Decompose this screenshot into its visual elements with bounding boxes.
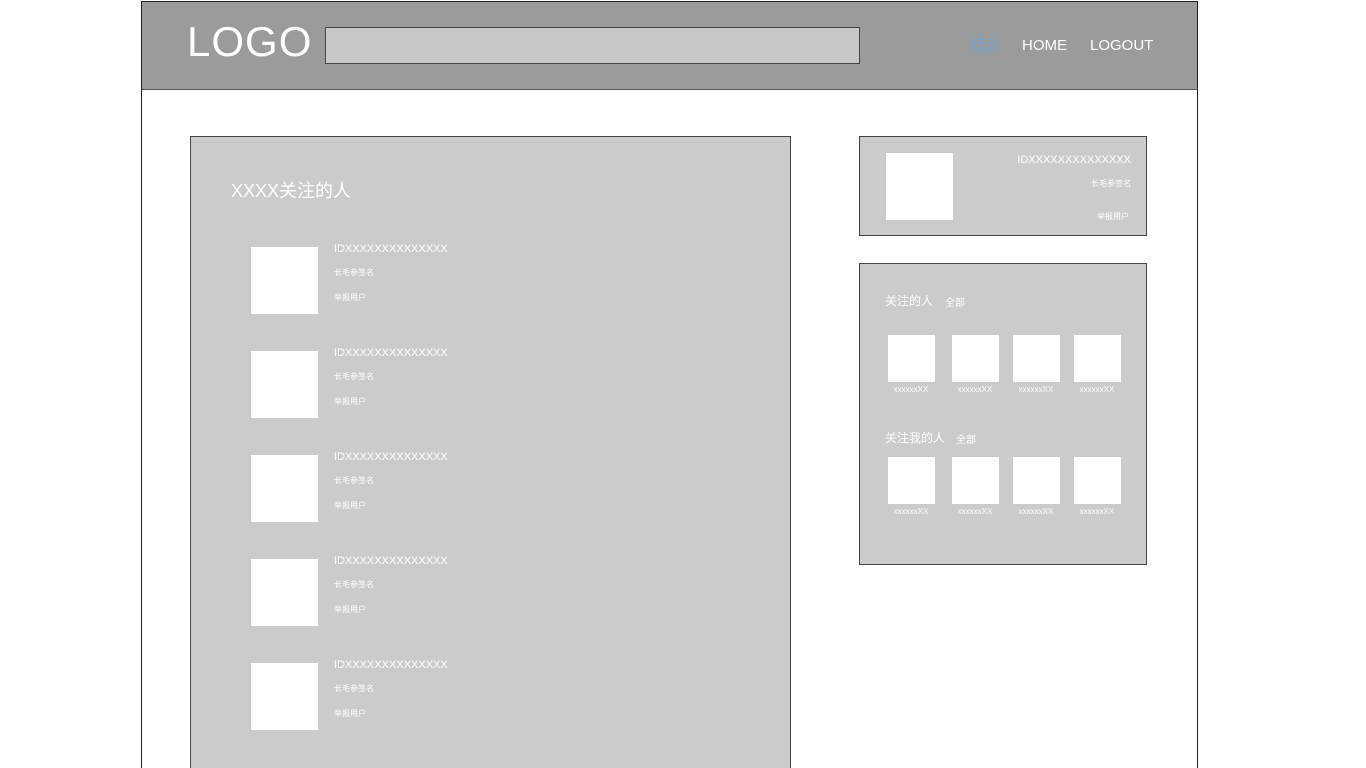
profile-report-link[interactable]: 举报用户 <box>1097 211 1129 222</box>
profile-avatar[interactable] <box>886 153 953 220</box>
user-signature: 长毛参签名 <box>334 268 374 277</box>
logo[interactable]: LOGO <box>187 18 312 66</box>
list-item: IDXXXXXXXXXXXXXX 长毛参签名 举报用户 <box>251 555 651 629</box>
user-signature: 长毛参签名 <box>334 684 374 693</box>
following-name[interactable]: xxxxxxXX <box>1067 385 1127 394</box>
user-signature: 长毛参签名 <box>334 372 374 381</box>
page-frame: LOGO 后台 HOME LOGOUT XXXX关注的人 IDXXXXXXXXX… <box>141 1 1198 768</box>
follower-name[interactable]: xxxxxxXX <box>945 507 1005 516</box>
avatar[interactable] <box>251 559 318 626</box>
following-avatar[interactable] <box>1013 335 1060 382</box>
user-id[interactable]: IDXXXXXXXXXXXXXX <box>334 659 448 671</box>
list-item: IDXXXXXXXXXXXXXX 长毛参签名 举报用户 <box>251 347 651 421</box>
nav-logout-link[interactable]: LOGOUT <box>1090 36 1153 56</box>
list-item: IDXXXXXXXXXXXXXX 长毛参签名 举报用户 <box>251 451 651 525</box>
avatar[interactable] <box>251 663 318 730</box>
profile-signature: 长毛参签名 <box>1091 179 1131 188</box>
report-user-link[interactable]: 举报用户 <box>334 396 366 407</box>
followers-section-title: 关注我的人 <box>885 431 946 445</box>
user-signature: 长毛参签名 <box>334 580 374 589</box>
follower-avatar[interactable] <box>1013 457 1060 504</box>
report-user-link[interactable]: 举报用户 <box>334 500 366 511</box>
following-name[interactable]: xxxxxxXX <box>1006 385 1066 394</box>
follower-avatar[interactable] <box>952 457 999 504</box>
following-name[interactable]: xxxxxxXX <box>881 385 941 394</box>
follow-summary-card: 关注的人 全部 xxxxxxXX xxxxxxXX xxxxxxXX xxxxx… <box>859 263 1147 565</box>
following-avatar[interactable] <box>952 335 999 382</box>
profile-user-id: IDXXXXXXXXXXXXXX <box>1017 154 1131 166</box>
followers-view-all-link[interactable]: 全部 <box>956 431 976 446</box>
following-avatar[interactable] <box>888 335 935 382</box>
follower-avatar[interactable] <box>888 457 935 504</box>
follower-name[interactable]: xxxxxxXX <box>1006 507 1066 516</box>
follower-name[interactable]: xxxxxxXX <box>881 507 941 516</box>
report-user-link[interactable]: 举报用户 <box>334 708 366 719</box>
user-id[interactable]: IDXXXXXXXXXXXXXX <box>334 451 448 463</box>
following-view-all-link[interactable]: 全部 <box>945 294 965 309</box>
list-item: IDXXXXXXXXXXXXXX 长毛参签名 举报用户 <box>251 243 651 317</box>
nav-home-link[interactable]: HOME <box>1022 36 1067 56</box>
user-id[interactable]: IDXXXXXXXXXXXXXX <box>334 555 448 567</box>
avatar[interactable] <box>251 351 318 418</box>
user-signature: 长毛参签名 <box>334 476 374 485</box>
follower-avatar[interactable] <box>1074 457 1121 504</box>
avatar[interactable] <box>251 455 318 522</box>
following-section-title: 关注的人 <box>885 294 934 308</box>
nav-admin-link[interactable]: 后台 <box>970 36 1000 56</box>
header-bar: LOGO 后台 HOME LOGOUT <box>142 2 1197 90</box>
follower-name[interactable]: xxxxxxXX <box>1067 507 1127 516</box>
following-name[interactable]: xxxxxxXX <box>945 385 1005 394</box>
profile-card: IDXXXXXXXXXXXXXX 长毛参签名 举报用户 <box>859 136 1147 236</box>
following-list-panel: XXXX关注的人 IDXXXXXXXXXXXXXX 长毛参签名 举报用户 IDX… <box>190 136 791 768</box>
user-id[interactable]: IDXXXXXXXXXXXXXX <box>334 347 448 359</box>
user-id[interactable]: IDXXXXXXXXXXXXXX <box>334 243 448 255</box>
report-user-link[interactable]: 举报用户 <box>334 604 366 615</box>
following-avatar[interactable] <box>1074 335 1121 382</box>
report-user-link[interactable]: 举报用户 <box>334 292 366 303</box>
search-input[interactable] <box>325 27 860 64</box>
list-item: IDXXXXXXXXXXXXXX 长毛参签名 举报用户 <box>251 659 651 733</box>
avatar[interactable] <box>251 247 318 314</box>
page-title: XXXX关注的人 <box>231 181 352 201</box>
